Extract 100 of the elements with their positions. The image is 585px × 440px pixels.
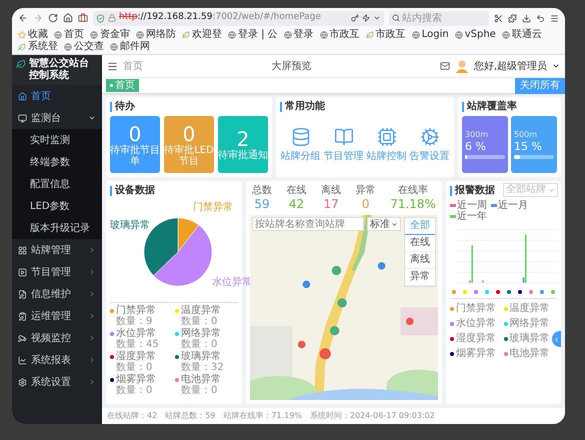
bookmark-item[interactable]: 公交查 [64, 41, 104, 53]
chevron-left-icon [553, 336, 560, 342]
submenu-item[interactable]: LED参数 [12, 195, 102, 217]
bookmark-item[interactable]: 系统登 [18, 41, 58, 53]
status-text: 在线站牌：42 [107, 410, 158, 422]
mail-icon[interactable] [440, 61, 450, 71]
undo-icon[interactable] [536, 14, 545, 22]
chevron-down-icon [88, 114, 96, 122]
pie-label: 门禁异常 [192, 203, 233, 214]
map-style-select[interactable]: 标准 [367, 217, 401, 231]
avatar-icon [454, 59, 469, 73]
bookmark-item[interactable]: 市政互 [366, 29, 406, 41]
globe-icon [284, 31, 292, 39]
card-title: 站牌覆盖率 [467, 101, 517, 113]
lightning-icon[interactable] [362, 14, 370, 22]
star-icon [18, 31, 26, 39]
download-icon[interactable] [522, 14, 531, 22]
bookmark-item[interactable]: 网络防 [136, 29, 176, 41]
legend-label: 网络异常 [510, 318, 550, 329]
legend-label: 温度异常 [510, 303, 550, 314]
series-label: 近一月 [498, 200, 528, 211]
bookmark-item[interactable]: 登录 | 公 [228, 29, 278, 41]
briefcase-icon[interactable] [78, 13, 88, 23]
menu-item[interactable]: 信息维护 [12, 283, 102, 305]
user-greeting[interactable]: 您好,超级管理员 [474, 58, 547, 74]
stat-value: 17 [323, 197, 339, 212]
globe-icon [136, 31, 144, 39]
legend-count: 数量：0 [180, 316, 218, 327]
bookmark-item[interactable]: 联通云 [502, 29, 542, 41]
legend-label: 门禁异常 [116, 305, 156, 316]
home-icon[interactable] [63, 13, 73, 23]
legend-count: 数量：32 [180, 362, 225, 373]
screen-preview-link[interactable]: 大屏预览 [271, 58, 312, 74]
bookmark-item[interactable]: 首页 [54, 29, 84, 41]
app-title: 智慧公交站台控制系统 [29, 58, 90, 82]
stat-value: 0 [362, 197, 370, 212]
stat-label: 异常 [356, 185, 376, 197]
series-label: 近一周 [457, 200, 487, 211]
pie-label: 玻璃异常 [110, 220, 150, 231]
bookmark-item[interactable]: 收藏 [18, 29, 48, 41]
menu-item[interactable]: 节目管理 [12, 261, 102, 283]
filter-button[interactable]: 异常 [405, 269, 435, 286]
reload-icon[interactable] [48, 13, 58, 23]
submenu-item[interactable]: 版本升级记录 [12, 217, 102, 239]
legend-count: 数量：0 [115, 385, 154, 396]
shortcut-icon [334, 127, 354, 147]
chevron-right-icon [88, 312, 96, 320]
legend-label: 烟雾异常 [456, 348, 496, 359]
status-text: 站牌总数：59 [165, 410, 216, 422]
submenu-item[interactable]: 配置信息 [12, 173, 102, 195]
legend-label: 烟雾异常 [116, 374, 156, 385]
menu-item[interactable]: 监测台 [12, 107, 102, 129]
legend-label: 水位异常 [456, 318, 496, 329]
leaf-icon [18, 43, 26, 51]
search-field[interactable]: 站内搜索 [389, 10, 489, 26]
legend-count: 数量：0 [180, 339, 218, 350]
card-title: 常用功能 [285, 101, 325, 113]
bookmark-item[interactable]: vSphe [454, 29, 496, 41]
menu-item[interactable]: 系统设置 [12, 371, 102, 393]
menu-item[interactable]: 系统报表 [12, 349, 102, 371]
station-search-field[interactable]: 按站牌名称查询站牌 [252, 217, 364, 231]
caret-icon [548, 186, 555, 194]
dropdown-icon[interactable] [373, 14, 381, 22]
bookmark-item[interactable]: 欢迎登 [182, 29, 222, 41]
back-icon[interactable] [18, 13, 28, 23]
collapse-tab[interactable] [552, 331, 561, 347]
submenu-item[interactable]: 终端参数 [12, 151, 102, 173]
bookmark-item[interactable]: 市政互 [320, 29, 360, 41]
submenu-item[interactable]: 实时监测 [12, 129, 102, 151]
address-bar[interactable]: http://192.168.21.59:7002/web/#/homePage [93, 10, 384, 26]
legend-label: 温度异常 [181, 305, 221, 316]
scissors-icon[interactable] [494, 14, 503, 22]
chevron-right-icon [88, 356, 96, 364]
globe-icon [110, 43, 118, 51]
menu-item[interactable]: 首页 [12, 85, 102, 107]
chevron-right-icon [88, 246, 96, 254]
menu-item[interactable]: 视频监控 [12, 327, 102, 349]
filter-button[interactable]: 离线 [405, 252, 435, 269]
globe-icon [90, 31, 98, 39]
puzzle-icon[interactable] [508, 14, 517, 22]
chevron-right-icon [88, 290, 96, 298]
filter-button[interactable]: 在线 [405, 235, 435, 252]
bookmark-item[interactable]: 邮件网 [110, 41, 150, 53]
menu-item[interactable]: 站牌管理 [12, 239, 102, 261]
caret-icon [391, 220, 398, 228]
bookmark-item[interactable]: Login [412, 29, 449, 41]
key-icon[interactable] [351, 14, 359, 22]
card-title: 报警数据 [455, 185, 495, 197]
shield-icon [96, 14, 105, 22]
url-text: http://192.168.21.59:7002/web/#/homePage [119, 11, 321, 24]
stat-value: 59 [254, 197, 270, 212]
pie-label: 水位异常 [212, 278, 252, 288]
bookmark-item[interactable]: 资金审 [90, 29, 130, 41]
menu-item[interactable]: 运维管理 [12, 305, 102, 327]
legend-label: 玻璃异常 [181, 351, 221, 362]
bookmark-item[interactable]: 登录 [284, 29, 314, 41]
caret-icon[interactable] [552, 62, 560, 70]
series-label: 近一年 [457, 211, 487, 222]
legend-label: 电池异常 [181, 374, 221, 385]
stat-value: 42 [288, 197, 304, 212]
